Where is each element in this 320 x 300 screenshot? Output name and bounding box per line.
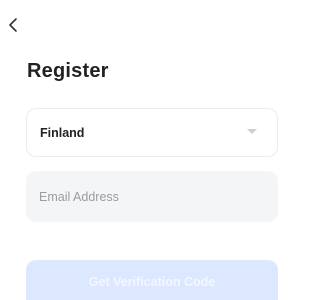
country-select[interactable]: Finland [26,108,278,157]
caret-down-icon [247,129,257,134]
get-verification-code-button[interactable]: Get Verification Code [26,260,278,300]
page-title: Register [27,60,109,82]
country-selected-value: Finland [40,125,85,140]
back-button[interactable] [4,14,22,36]
chevron-left-icon [8,17,18,33]
email-field[interactable] [26,171,278,222]
